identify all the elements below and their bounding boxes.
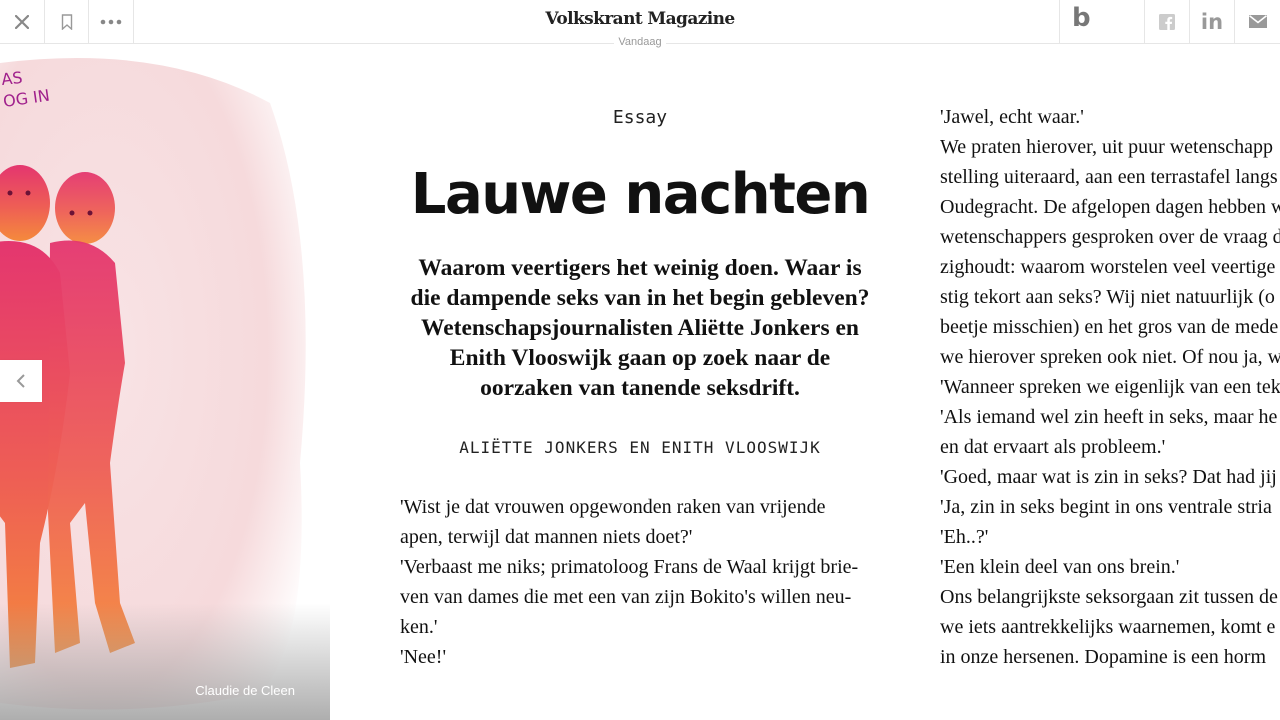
linkedin-icon: in xyxy=(1200,9,1224,34)
linkedin-share-button[interactable]: in xyxy=(1190,0,1235,43)
lead-line: Enith Vlooswijk gaan op zoek naar de xyxy=(449,345,831,371)
illustration-credit: Claudie de Cleen xyxy=(195,683,295,698)
body-line: we iets aantrekkelijks waarnemen, komt e xyxy=(940,616,1276,638)
lead-line: die dampende seks van in het begin geble… xyxy=(410,285,870,311)
body-line: ken.' xyxy=(400,616,438,638)
body-line: en dat ervaart als probleem.' xyxy=(940,436,1166,458)
body-line: in onze hersenen. Dopamine is een horm xyxy=(940,646,1267,668)
body-line: we hierover spreken ook niet. Of nou ja,… xyxy=(940,346,1280,368)
body-line: beetje misschien) en het gros van de med… xyxy=(940,316,1279,338)
body-line: stelling uiteraard, aan een terrastafel … xyxy=(940,166,1278,188)
body-line: 'Als iemand wel zin heeft in seks, maar … xyxy=(940,406,1278,428)
lead-line: Waarom veertigers het weinig doen. Waar … xyxy=(418,255,862,281)
lead-line: oorzaken van tanende seksdrift. xyxy=(480,375,800,401)
body-line: stig tekort aan seks? Wij niet natuurlij… xyxy=(940,286,1275,308)
previous-article-button[interactable] xyxy=(0,360,42,402)
mail-icon xyxy=(1248,15,1267,28)
body-line: zighoudt: waarom worstelen veel veertige xyxy=(940,256,1276,278)
issue-date-label: Vandaag xyxy=(614,36,666,48)
blendle-button[interactable]: b xyxy=(1059,0,1145,43)
body-line: 'Jawel, echt waar.' xyxy=(940,106,1084,128)
article-body-column: 'Jawel, echt waar.' We praten hierover, … xyxy=(940,102,1280,672)
body-line: 'Nee!' xyxy=(400,646,447,668)
lead-line: Wetenschapsjournalisten Aliëtte Jonkers … xyxy=(420,315,859,341)
body-line: Oudegracht. De afgelopen dagen hebben w xyxy=(940,196,1280,218)
body-line: Ons belangrijkste seksorgaan zit tussen … xyxy=(940,586,1278,608)
article-kicker: Essay xyxy=(612,107,668,128)
body-line: 'Eh..?' xyxy=(940,526,989,548)
body-line: 'Goed, maar wat is zin in seks? Dat had … xyxy=(940,466,1277,488)
article-lead: Waarom veertigers het weinig doen. Waar … xyxy=(402,253,878,403)
handwriting-line-1: AS xyxy=(0,68,23,89)
body-line: 'Wist je dat vrouwen opgewonden raken va… xyxy=(400,496,826,518)
body-line: wetenschappers gesproken over de vraag d xyxy=(940,226,1280,248)
mail-share-button[interactable] xyxy=(1235,0,1280,43)
chevron-left-icon xyxy=(16,374,25,388)
blendle-icon: b xyxy=(1072,3,1091,33)
body-line: 'Wanneer spreken we eigenlijk van een te… xyxy=(940,376,1280,398)
top-bar: Volkskrant Magazine Vandaag b in xyxy=(0,0,1280,48)
facebook-share-button[interactable] xyxy=(1145,0,1190,43)
article-body-start: 'Wist je dat vrouwen opgewonden raken va… xyxy=(400,492,880,672)
body-line: We praten hierover, uit puur wetenschapp xyxy=(940,136,1274,158)
article-title: Lauwe nachten xyxy=(410,162,871,227)
body-line: 'Een klein deel van ons brein.' xyxy=(940,556,1180,578)
body-line: ven van dames die met een van zijn Bokit… xyxy=(400,586,852,608)
body-line: 'Verbaast me niks; primatoloog Frans de … xyxy=(400,556,859,578)
article-illustration: AS OG IN Claudie de Cleen xyxy=(0,43,330,720)
body-line: 'Ja, zin in seks begint in ons ventrale … xyxy=(940,496,1272,518)
facebook-icon xyxy=(1159,13,1175,30)
body-line: apen, terwijl dat mannen niets doet?' xyxy=(400,526,693,548)
article-byline: ALIËTTE JONKERS EN ENITH VLOOSWIJK xyxy=(459,438,821,457)
illustration-art: AS OG IN xyxy=(0,58,330,720)
